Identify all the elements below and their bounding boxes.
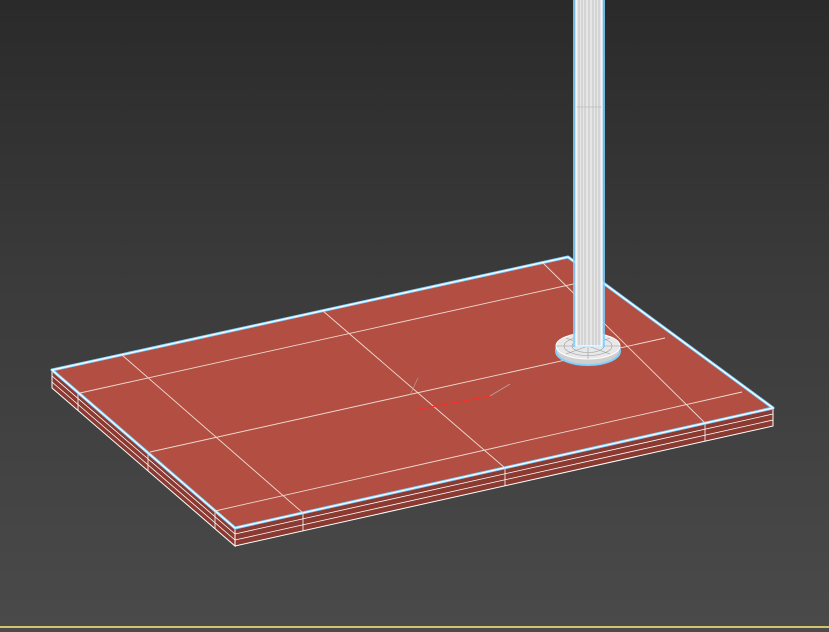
base-plate-top[interactable]	[50, 255, 775, 530]
base-plate[interactable]	[50, 255, 775, 548]
scene-render[interactable]	[0, 0, 829, 632]
rod[interactable]	[573, 0, 605, 347]
perspective-viewport[interactable]	[0, 0, 829, 632]
viewport-active-border	[0, 626, 829, 632]
